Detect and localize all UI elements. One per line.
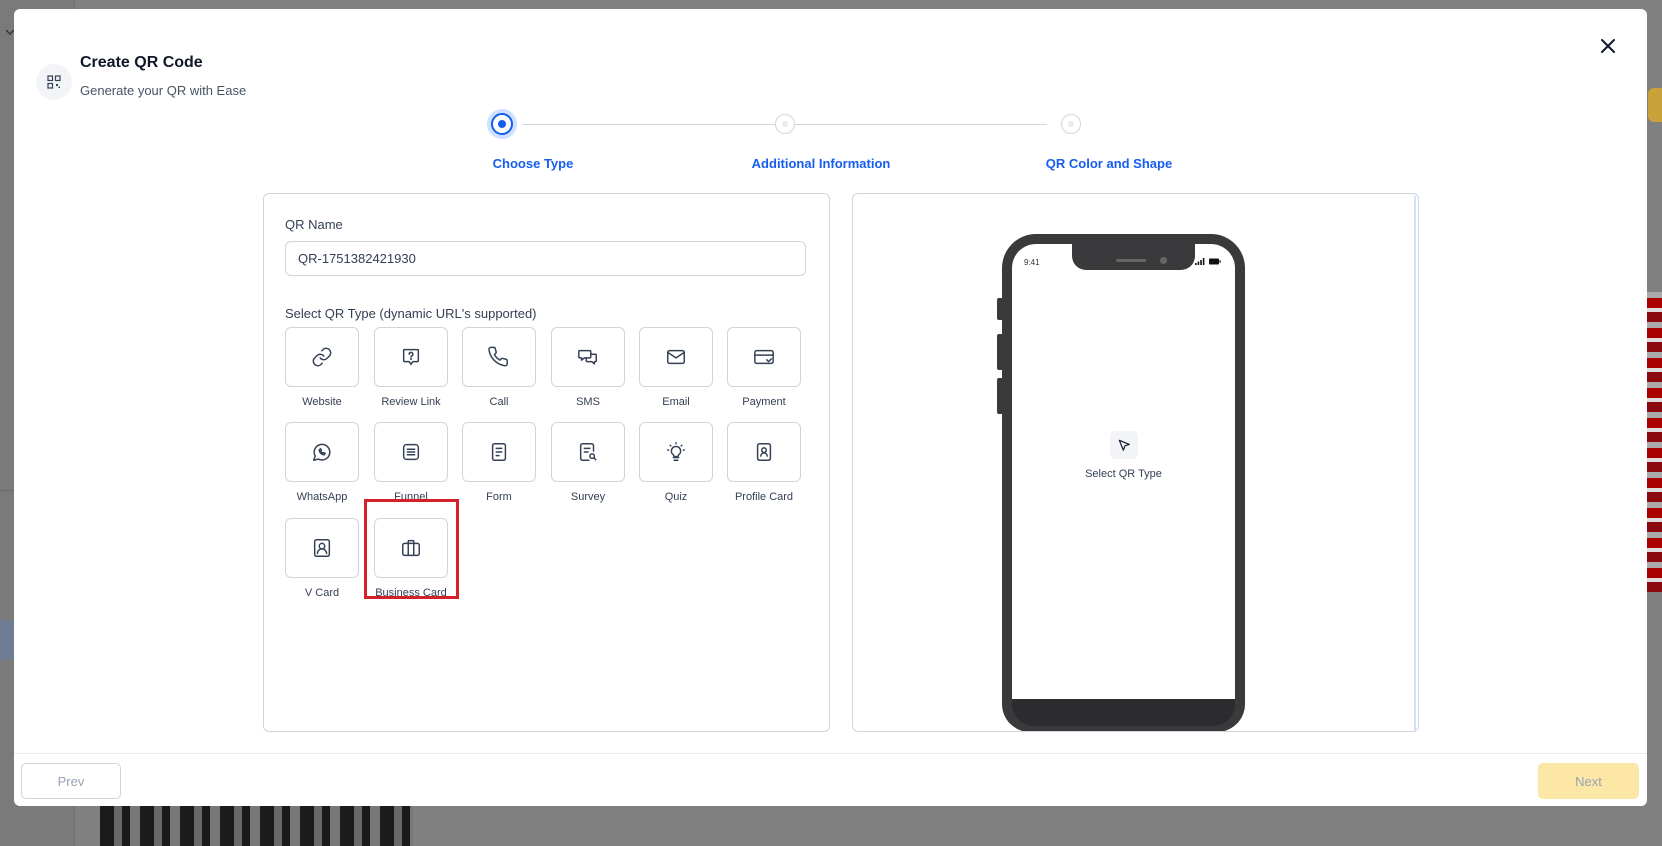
whatsapp-icon — [313, 443, 331, 461]
qr-type-form-panel: QR Name Select QR Type (dynamic URL's su… — [263, 193, 830, 732]
qr-type-call[interactable]: Call — [458, 327, 540, 408]
qr-type-label-survey: Survey — [570, 491, 606, 503]
qr-type-label-email: Email — [662, 396, 690, 408]
lightbulb-icon — [667, 442, 685, 461]
modal-subtitle: Generate your QR with Ease — [80, 83, 247, 98]
qr-type-label-website: Website — [302, 396, 342, 408]
mail-icon — [667, 349, 685, 365]
background-active-indicator — [0, 620, 14, 660]
phone-camera — [1160, 257, 1167, 264]
selection-highlight — [364, 499, 459, 599]
qr-type-v-card[interactable]: V Card — [281, 518, 363, 599]
step-indicator-additional-information — [775, 114, 795, 134]
phone-mockup: 9:41 Select QR Type — [997, 234, 1245, 731]
payment-card-icon — [754, 349, 774, 365]
background-qr-image — [100, 805, 413, 846]
review-icon — [402, 348, 420, 366]
qr-name-label: QR Name — [285, 217, 343, 232]
phone-side-button — [997, 334, 1003, 370]
preview-label: Select QR Type — [1085, 468, 1162, 480]
battery-icon — [1209, 258, 1221, 265]
survey-icon — [579, 443, 597, 461]
qr-type-label: Select QR Type (dynamic URL's supported) — [285, 306, 537, 321]
qr-type-website[interactable]: Website — [281, 327, 363, 408]
stepper-connector — [795, 124, 1047, 125]
preview-scrollbar[interactable] — [1414, 196, 1416, 731]
qr-type-email[interactable]: Email — [635, 327, 717, 408]
next-button[interactable]: Next — [1538, 763, 1639, 799]
phone-notch — [1072, 244, 1195, 270]
qr-type-quiz[interactable]: Quiz — [635, 422, 717, 503]
close-icon — [1601, 39, 1615, 53]
step-label-choose-type: Choose Type — [492, 156, 574, 171]
qr-type-survey[interactable]: Survey — [547, 422, 629, 503]
step-label-additional-information: Additional Information — [751, 156, 891, 171]
phone-status-bar — [1195, 258, 1221, 265]
phone-side-button — [997, 298, 1003, 320]
signal-icon — [1195, 258, 1205, 265]
stepper-connector — [523, 124, 776, 125]
cursor-pointer-icon — [1110, 431, 1138, 459]
step-label-qr-color-and-shape: QR Color and Shape — [1045, 156, 1173, 171]
phone-speaker — [1116, 259, 1146, 262]
phone-bottom — [1012, 699, 1235, 726]
qr-type-label-profile-card: Profile Card — [734, 491, 794, 503]
phone-icon — [488, 346, 508, 367]
qr-type-label-payment: Payment — [742, 396, 786, 408]
phone-screen: 9:41 Select QR Type — [1012, 244, 1235, 699]
qr-type-label-v-card: V Card — [304, 587, 340, 599]
qr-type-label-quiz: Quiz — [664, 491, 688, 503]
background-yellow-tab — [1648, 88, 1662, 122]
qr-type-label-form: Form — [486, 491, 512, 503]
qr-type-form[interactable]: Form — [458, 422, 540, 503]
vcard-icon — [313, 539, 331, 557]
background-qr-image-right — [1645, 292, 1662, 592]
qr-type-payment[interactable]: Payment — [723, 327, 805, 408]
qr-type-review-link[interactable]: Review Link — [370, 327, 452, 408]
qr-name-input[interactable] — [285, 241, 806, 276]
qr-preview-panel: 9:41 Select QR Type — [852, 193, 1419, 732]
funnel-icon — [402, 443, 420, 461]
qr-type-label-call: Call — [489, 396, 509, 408]
sms-icon — [578, 349, 597, 365]
prev-button[interactable]: Prev — [21, 763, 121, 799]
qr-code-icon — [36, 64, 72, 100]
qr-type-label-review-link: Review Link — [381, 396, 441, 408]
footer-divider — [14, 753, 1647, 754]
form-icon — [491, 443, 507, 461]
phone-side-button — [997, 378, 1003, 414]
qr-type-whatsapp[interactable]: WhatsApp — [281, 422, 363, 503]
modal-title: Create QR Code — [80, 54, 203, 71]
phone-time: 9:41 — [1024, 258, 1040, 267]
qr-type-label-sms: SMS — [576, 396, 600, 408]
link-icon — [312, 347, 332, 367]
close-button[interactable] — [1595, 33, 1621, 59]
profile-card-icon — [756, 443, 772, 461]
qr-type-profile-card[interactable]: Profile Card — [723, 422, 805, 503]
qr-type-label-whatsapp: WhatsApp — [296, 491, 348, 503]
qr-type-sms[interactable]: SMS — [547, 327, 629, 408]
step-indicator-choose-type — [491, 113, 513, 135]
step-indicator-qr-color-and-shape — [1061, 114, 1081, 134]
create-qr-modal: Create QR Code Generate your QR with Eas… — [14, 9, 1647, 806]
qr-type-funnel[interactable]: Funnel — [370, 422, 452, 503]
